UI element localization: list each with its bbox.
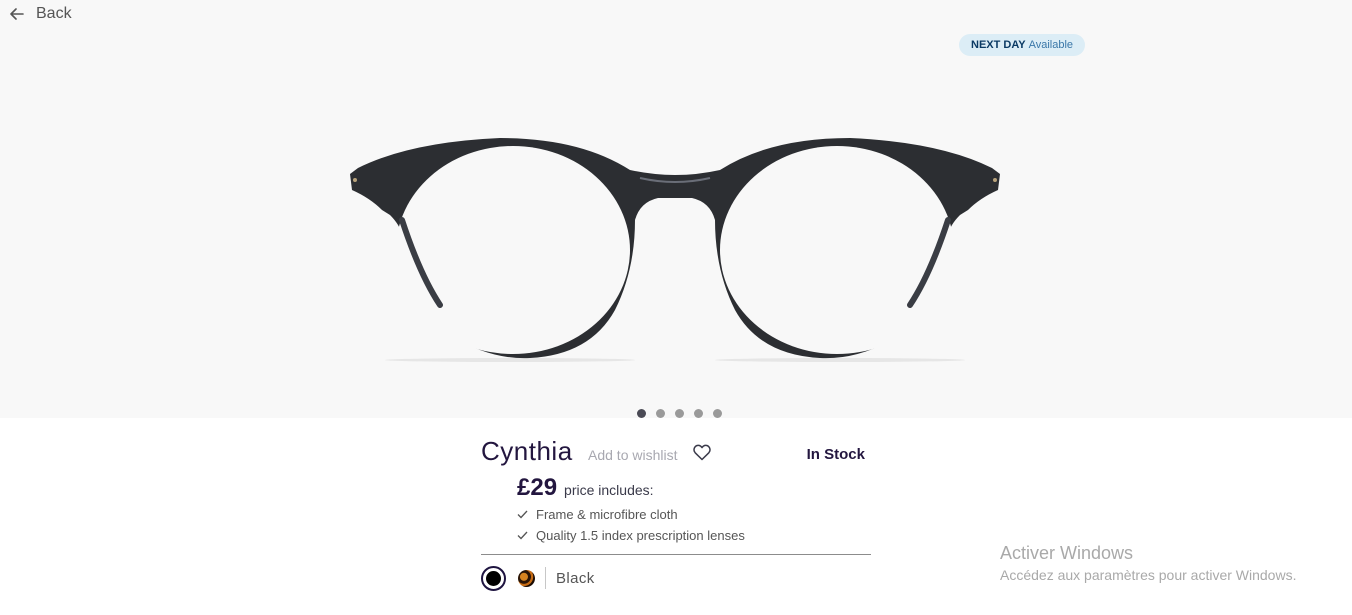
price-row: £29 price includes: [517, 474, 654, 502]
color-selector: Black [481, 565, 595, 591]
badge-available: Available [1028, 39, 1074, 51]
color-swatch-tortoise[interactable] [518, 569, 535, 587]
color-separator [545, 567, 546, 589]
carousel-dot[interactable] [675, 409, 684, 418]
color-swatch-black[interactable] [481, 565, 506, 591]
windows-activation-watermark: Activer Windows Accédez aux paramètres p… [1000, 543, 1296, 583]
product-info: Cynthia Add to wishlist In Stock £29 pri… [481, 430, 871, 591]
title-row: Cynthia Add to wishlist In Stock [481, 430, 871, 470]
glasses-image [340, 120, 1010, 375]
carousel-dot[interactable] [694, 409, 703, 418]
watermark-title: Activer Windows [1000, 543, 1134, 563]
back-label: Back [36, 5, 72, 22]
feature-list: Frame & microfibre cloth Quality 1.5 ind… [517, 504, 745, 546]
check-icon [517, 528, 528, 543]
feature-item: Frame & microfibre cloth [517, 504, 745, 525]
watermark-subtitle: Accédez aux paramètres pour activer Wind… [1000, 567, 1297, 583]
price-includes-label: price includes: [564, 482, 654, 498]
product-page: Back NEXT DAY Available Cynthia Add to w… [0, 0, 1352, 615]
feature-item: Quality 1.5 index prescription lenses [517, 525, 745, 546]
feature-text: Frame & microfibre cloth [536, 507, 678, 522]
carousel-dots [637, 409, 722, 418]
add-to-wishlist-link[interactable]: Add to wishlist [588, 447, 677, 463]
product-name: Cynthia [481, 436, 573, 466]
heart-icon[interactable] [693, 444, 711, 466]
carousel-dot[interactable] [637, 409, 646, 418]
back-button[interactable]: Back [10, 4, 72, 24]
carousel-dot[interactable] [713, 409, 722, 418]
arrow-left-icon [10, 8, 24, 20]
selected-color-name: Black [556, 569, 595, 587]
product-image-area: Back NEXT DAY Available [0, 0, 1352, 418]
divider [481, 554, 871, 555]
check-icon [517, 507, 528, 522]
carousel-dot[interactable] [656, 409, 665, 418]
price: £29 [517, 474, 558, 501]
feature-text: Quality 1.5 index prescription lenses [536, 528, 745, 543]
next-day-badge: NEXT DAY Available [959, 34, 1086, 56]
black-swatch-fill [486, 570, 501, 586]
badge-next-day: NEXT DAY [971, 39, 1026, 51]
stock-status: In Stock [806, 446, 865, 463]
